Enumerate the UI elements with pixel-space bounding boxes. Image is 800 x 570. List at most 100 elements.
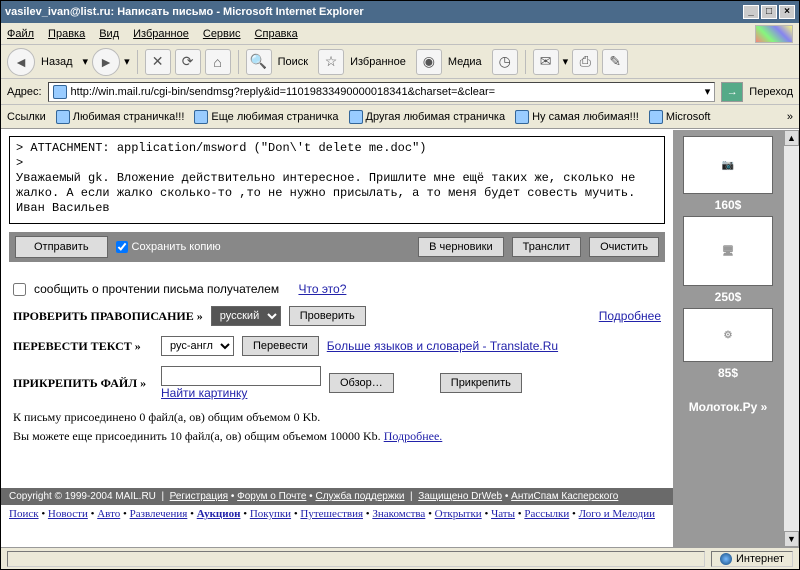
favorites-label[interactable]: Избранное <box>350 56 406 68</box>
spell-lang-select[interactable]: русский <box>211 306 281 326</box>
mail-button[interactable]: ✉ <box>533 49 559 75</box>
sidebar-ads: 📷 160$ 🖥 250$ ⚙ 85$ Молоток.Ру » <box>673 130 783 547</box>
footer-nav-link[interactable]: Чаты <box>491 508 515 520</box>
print-button[interactable]: ⎙ <box>572 49 598 75</box>
footer-nav-link[interactable]: Новости <box>48 508 88 520</box>
link-5[interactable]: Microsoft <box>649 110 711 124</box>
footer-nav-link[interactable]: Авто <box>97 508 120 520</box>
app-window: vasilev_ivan@list.ru: Написать письмо - … <box>0 0 800 570</box>
footer-nav-link[interactable]: Аукцион <box>197 508 241 520</box>
browse-button[interactable]: Обзор… <box>329 373 394 393</box>
back-button[interactable]: ◄ <box>7 48 35 76</box>
minimize-button[interactable]: _ <box>743 5 759 19</box>
search-label[interactable]: Поиск <box>278 56 308 68</box>
spell-button[interactable]: Проверить <box>289 306 366 326</box>
attach-column: Найти картинку <box>161 366 321 400</box>
menu-edit[interactable]: Правка <box>48 28 85 40</box>
close-button[interactable]: × <box>779 5 795 19</box>
link-4[interactable]: Ну самая любимая!!! <box>515 110 639 124</box>
footer-nav-link[interactable]: Развлечения <box>130 508 188 520</box>
scrollbar[interactable]: ▲ ▼ <box>783 130 799 547</box>
globe-icon <box>720 553 732 565</box>
footer-nav-link[interactable]: Знакомства <box>372 508 425 520</box>
translate-row: Перевести текст » рус-англ Перевести Бол… <box>13 336 661 356</box>
ad-1[interactable]: 📷 <box>683 136 773 194</box>
spell-label: Проверить правописание » <box>13 309 203 324</box>
footer-nav-link[interactable]: Путешествия <box>300 508 363 520</box>
translate-button[interactable]: Перевести <box>242 336 319 356</box>
go-button[interactable]: → <box>721 82 743 102</box>
footer-reg[interactable]: Регистрация <box>170 491 228 502</box>
translate-more-link[interactable]: Больше языков и словарей - Translate.Ru <box>327 339 558 353</box>
search-icon[interactable]: 🔍 <box>246 49 272 75</box>
whatis-link[interactable]: Что это? <box>298 282 346 296</box>
ad-2[interactable]: 🖥 <box>683 216 773 286</box>
favorites-icon[interactable]: ☆ <box>318 49 344 75</box>
toolbar: ◄ Назад▾ ►▾ ✕ ⟳ ⌂ 🔍 Поиск ☆ Избранное ◉ … <box>1 45 799 79</box>
footer-nav-link[interactable]: Покупки <box>250 508 291 520</box>
drafts-button[interactable]: В черновики <box>418 237 504 257</box>
menu-help[interactable]: Справка <box>255 28 298 40</box>
address-label: Адрес: <box>7 86 42 98</box>
notify-checkbox[interactable] <box>13 283 26 296</box>
menu-view[interactable]: Вид <box>99 28 119 40</box>
maximize-button[interactable]: □ <box>761 5 777 19</box>
footer-nav-link[interactable]: Лого и Мелодии <box>579 508 655 520</box>
form-area: сообщить о прочтении письма получателем … <box>1 262 673 458</box>
footer-support[interactable]: Служба поддержки <box>315 491 404 502</box>
page-icon <box>56 110 70 124</box>
address-input[interactable]: http://win.mail.ru/cgi-bin/sendmsg?reply… <box>48 82 716 102</box>
send-button[interactable]: Отправить <box>15 236 108 258</box>
menu-file[interactable]: Файл <box>7 28 34 40</box>
savecopy-checkbox[interactable]: Сохранить копию <box>116 241 221 253</box>
stop-button[interactable]: ✕ <box>145 49 171 75</box>
footer-drweb[interactable]: Защищено DrWeb <box>418 491 502 502</box>
scroll-up-icon[interactable]: ▲ <box>784 130 799 146</box>
go-label[interactable]: Переход <box>749 86 793 98</box>
edit-button[interactable]: ✎ <box>602 49 628 75</box>
translate-pair-select[interactable]: рус-англ <box>161 336 234 356</box>
ad-brand[interactable]: Молоток.Ру » <box>689 400 768 414</box>
link-3[interactable]: Другая любимая страничка <box>349 110 506 124</box>
clear-button[interactable]: Очистить <box>589 237 659 257</box>
link-2[interactable]: Еще любимая страничка <box>194 110 338 124</box>
footer-nav: Поиск • Новости • Авто • Развлечения • А… <box>1 505 673 523</box>
menubar: Файл Правка Вид Избранное Сервис Справка <box>1 23 799 45</box>
chevron-right-icon[interactable]: » <box>787 111 793 123</box>
find-image-link[interactable]: Найти картинку <box>161 386 247 400</box>
attach-more-link[interactable]: Подробнее. <box>384 429 443 443</box>
status-cell <box>7 551 705 567</box>
address-bar: Адрес: http://win.mail.ru/cgi-bin/sendms… <box>1 79 799 105</box>
translit-button[interactable]: Транслит <box>512 237 582 257</box>
action-row: Отправить Сохранить копию В черновики Тр… <box>9 232 665 262</box>
link-1[interactable]: Любимая страничка!!! <box>56 110 185 124</box>
footer-nav-link[interactable]: Поиск <box>9 508 39 520</box>
dropdown-icon[interactable]: ▾ <box>705 85 711 98</box>
scroll-track[interactable] <box>784 146 799 531</box>
ad-price-1: 160$ <box>715 198 742 212</box>
footer-kasp[interactable]: АнтиСпам Касперского <box>511 491 618 502</box>
window-buttons: _ □ × <box>743 5 795 19</box>
media-icon[interactable]: ◉ <box>416 49 442 75</box>
forward-button[interactable]: ► <box>92 48 120 76</box>
menu-favorites[interactable]: Избранное <box>133 28 189 40</box>
windows-logo-icon <box>755 25 793 43</box>
refresh-button[interactable]: ⟳ <box>175 49 201 75</box>
attach-file-input[interactable] <box>161 366 321 386</box>
notify-row: сообщить о прочтении письма получателем … <box>13 282 661 296</box>
attach-label: Прикрепить файл » <box>13 376 153 391</box>
history-button[interactable]: ◷ <box>492 49 518 75</box>
home-button[interactable]: ⌂ <box>205 49 231 75</box>
attach-button[interactable]: Прикрепить <box>440 373 522 393</box>
ad-3[interactable]: ⚙ <box>683 308 773 362</box>
page-icon <box>194 110 208 124</box>
footer-nav-link[interactable]: Открытки <box>435 508 482 520</box>
footer-nav-link[interactable]: Рассылки <box>524 508 569 520</box>
menu-tools[interactable]: Сервис <box>203 28 241 40</box>
scroll-down-icon[interactable]: ▼ <box>784 531 799 547</box>
footer-copyright: Copyright © 1999-2004 MAIL.RU | Регистра… <box>1 488 673 505</box>
media-label[interactable]: Медиа <box>448 56 482 68</box>
spell-more-link[interactable]: Подробнее <box>599 309 661 323</box>
footer-forum[interactable]: Форум о Почте <box>237 491 306 502</box>
message-textarea[interactable]: > ATTACHMENT: application/msword ("Don\'… <box>9 136 665 224</box>
